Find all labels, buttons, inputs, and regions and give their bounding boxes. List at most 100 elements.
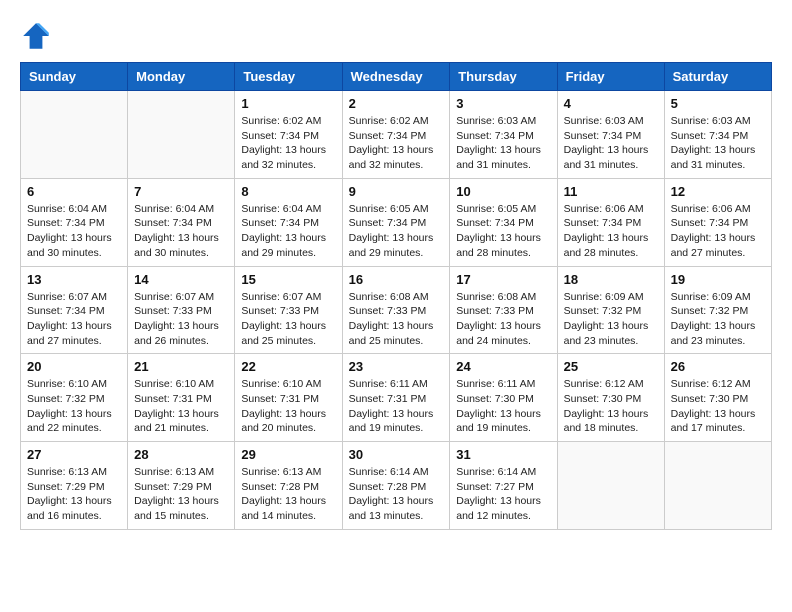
day-number: 23 [349,359,444,374]
calendar-cell: 9 Sunrise: 6:05 AM Sunset: 7:34 PM Daylig… [342,178,450,266]
day-info: Sunrise: 6:07 AM Sunset: 7:33 PM Dayligh… [241,290,335,349]
day-info: Sunrise: 6:02 AM Sunset: 7:34 PM Dayligh… [241,114,335,173]
day-number: 6 [27,184,121,199]
calendar-week-3: 13 Sunrise: 6:07 AM Sunset: 7:34 PM Dayli… [21,266,772,354]
calendar-cell: 19Sunrise: 6:09 AM Sunset: 7:32 PM Dayli… [664,266,771,354]
day-info: Sunrise: 6:10 AM Sunset: 7:32 PM Dayligh… [27,377,121,436]
day-info: Sunrise: 6:14 AM Sunset: 7:27 PM Dayligh… [456,465,550,524]
day-info: Sunrise: 6:11 AM Sunset: 7:31 PM Dayligh… [349,377,444,436]
weekday-header-tuesday: Tuesday [235,63,342,91]
day-number: 16 [349,272,444,287]
calendar-cell: 26 Sunrise: 6:12 AM Sunset: 7:30 PM Dayli… [664,354,771,442]
calendar-cell [21,91,128,179]
calendar-cell: 10 Sunrise: 6:05 AM Sunset: 7:34 PM Dayli… [450,178,557,266]
day-number: 7 [134,184,228,199]
calendar-cell: 6 Sunrise: 6:04 AM Sunset: 7:34 PM Daylig… [21,178,128,266]
calendar-cell [664,442,771,530]
calendar-cell: 17Sunrise: 6:08 AM Sunset: 7:33 PM Dayli… [450,266,557,354]
day-info: Sunrise: 6:04 AM Sunset: 7:34 PM Dayligh… [134,202,228,261]
day-number: 27 [27,447,121,462]
day-number: 29 [241,447,335,462]
page-header [20,20,772,52]
day-number: 17 [456,272,550,287]
weekday-header-sunday: Sunday [21,63,128,91]
weekday-header-wednesday: Wednesday [342,63,450,91]
calendar-cell: 16 Sunrise: 6:08 AM Sunset: 7:33 PM Dayli… [342,266,450,354]
calendar-cell: 14Sunrise: 6:07 AM Sunset: 7:33 PM Dayli… [128,266,235,354]
calendar-cell: 31 Sunrise: 6:14 AM Sunset: 7:27 PM Dayli… [450,442,557,530]
calendar-cell: 18Sunrise: 6:09 AM Sunset: 7:32 PM Dayli… [557,266,664,354]
day-info: Sunrise: 6:08 AM Sunset: 7:33 PM Dayligh… [349,290,444,349]
calendar-cell: 30 Sunrise: 6:14 AM Sunset: 7:28 PM Dayli… [342,442,450,530]
day-info: Sunrise: 6:11 AM Sunset: 7:30 PM Dayligh… [456,377,550,436]
calendar-week-4: 20 Sunrise: 6:10 AM Sunset: 7:32 PM Dayli… [21,354,772,442]
weekday-header-row: SundayMondayTuesdayWednesdayThursdayFrid… [21,63,772,91]
day-number: 14 [134,272,228,287]
calendar-cell: 7 Sunrise: 6:04 AM Sunset: 7:34 PM Daylig… [128,178,235,266]
day-number: 1 [241,96,335,111]
day-number: 5 [671,96,765,111]
day-info: Sunrise: 6:07 AM Sunset: 7:34 PM Dayligh… [27,290,121,349]
calendar-week-1: 1 Sunrise: 6:02 AM Sunset: 7:34 PM Daylig… [21,91,772,179]
day-info: Sunrise: 6:06 AM Sunset: 7:34 PM Dayligh… [564,202,658,261]
day-number: 13 [27,272,121,287]
day-info: Sunrise: 6:12 AM Sunset: 7:30 PM Dayligh… [564,377,658,436]
day-number: 10 [456,184,550,199]
calendar-week-5: 27 Sunrise: 6:13 AM Sunset: 7:29 PM Dayli… [21,442,772,530]
calendar-cell: 25 Sunrise: 6:12 AM Sunset: 7:30 PM Dayli… [557,354,664,442]
calendar-week-2: 6 Sunrise: 6:04 AM Sunset: 7:34 PM Daylig… [21,178,772,266]
day-number: 11 [564,184,658,199]
day-info: Sunrise: 6:03 AM Sunset: 7:34 PM Dayligh… [456,114,550,173]
day-info: Sunrise: 6:03 AM Sunset: 7:34 PM Dayligh… [671,114,765,173]
day-number: 18 [564,272,658,287]
calendar-cell [557,442,664,530]
calendar-cell: 3 Sunrise: 6:03 AM Sunset: 7:34 PM Daylig… [450,91,557,179]
calendar-cell: 29 Sunrise: 6:13 AM Sunset: 7:28 PM Dayli… [235,442,342,530]
calendar-cell: 21 Sunrise: 6:10 AM Sunset: 7:31 PM Dayli… [128,354,235,442]
day-number: 30 [349,447,444,462]
calendar-cell: 24 Sunrise: 6:11 AM Sunset: 7:30 PM Dayli… [450,354,557,442]
day-number: 3 [456,96,550,111]
day-number: 24 [456,359,550,374]
day-number: 15 [241,272,335,287]
calendar-cell: 20 Sunrise: 6:10 AM Sunset: 7:32 PM Dayli… [21,354,128,442]
day-info: Sunrise: 6:04 AM Sunset: 7:34 PM Dayligh… [241,202,335,261]
weekday-header-friday: Friday [557,63,664,91]
day-info: Sunrise: 6:10 AM Sunset: 7:31 PM Dayligh… [241,377,335,436]
calendar-cell: 13 Sunrise: 6:07 AM Sunset: 7:34 PM Dayli… [21,266,128,354]
day-info: Sunrise: 6:10 AM Sunset: 7:31 PM Dayligh… [134,377,228,436]
day-info: Sunrise: 6:04 AM Sunset: 7:34 PM Dayligh… [27,202,121,261]
day-number: 28 [134,447,228,462]
day-info: Sunrise: 6:13 AM Sunset: 7:29 PM Dayligh… [134,465,228,524]
day-number: 12 [671,184,765,199]
day-number: 26 [671,359,765,374]
weekday-header-monday: Monday [128,63,235,91]
calendar-cell: 23 Sunrise: 6:11 AM Sunset: 7:31 PM Dayli… [342,354,450,442]
logo-icon [20,20,52,52]
calendar-cell: 12Sunrise: 6:06 AM Sunset: 7:34 PM Dayli… [664,178,771,266]
calendar-cell: 4Sunrise: 6:03 AM Sunset: 7:34 PM Daylig… [557,91,664,179]
day-number: 31 [456,447,550,462]
day-number: 2 [349,96,444,111]
day-info: Sunrise: 6:13 AM Sunset: 7:28 PM Dayligh… [241,465,335,524]
day-number: 19 [671,272,765,287]
day-number: 20 [27,359,121,374]
calendar-cell: 28 Sunrise: 6:13 AM Sunset: 7:29 PM Dayli… [128,442,235,530]
weekday-header-thursday: Thursday [450,63,557,91]
calendar-cell [128,91,235,179]
day-number: 4 [564,96,658,111]
day-number: 22 [241,359,335,374]
day-number: 9 [349,184,444,199]
day-info: Sunrise: 6:12 AM Sunset: 7:30 PM Dayligh… [671,377,765,436]
day-info: Sunrise: 6:05 AM Sunset: 7:34 PM Dayligh… [456,202,550,261]
calendar-table: SundayMondayTuesdayWednesdayThursdayFrid… [20,62,772,530]
day-info: Sunrise: 6:05 AM Sunset: 7:34 PM Dayligh… [349,202,444,261]
day-number: 25 [564,359,658,374]
calendar-cell: 2Sunrise: 6:02 AM Sunset: 7:34 PM Daylig… [342,91,450,179]
day-number: 8 [241,184,335,199]
day-info: Sunrise: 6:13 AM Sunset: 7:29 PM Dayligh… [27,465,121,524]
day-info: Sunrise: 6:14 AM Sunset: 7:28 PM Dayligh… [349,465,444,524]
calendar-cell: 1 Sunrise: 6:02 AM Sunset: 7:34 PM Daylig… [235,91,342,179]
weekday-header-saturday: Saturday [664,63,771,91]
day-number: 21 [134,359,228,374]
